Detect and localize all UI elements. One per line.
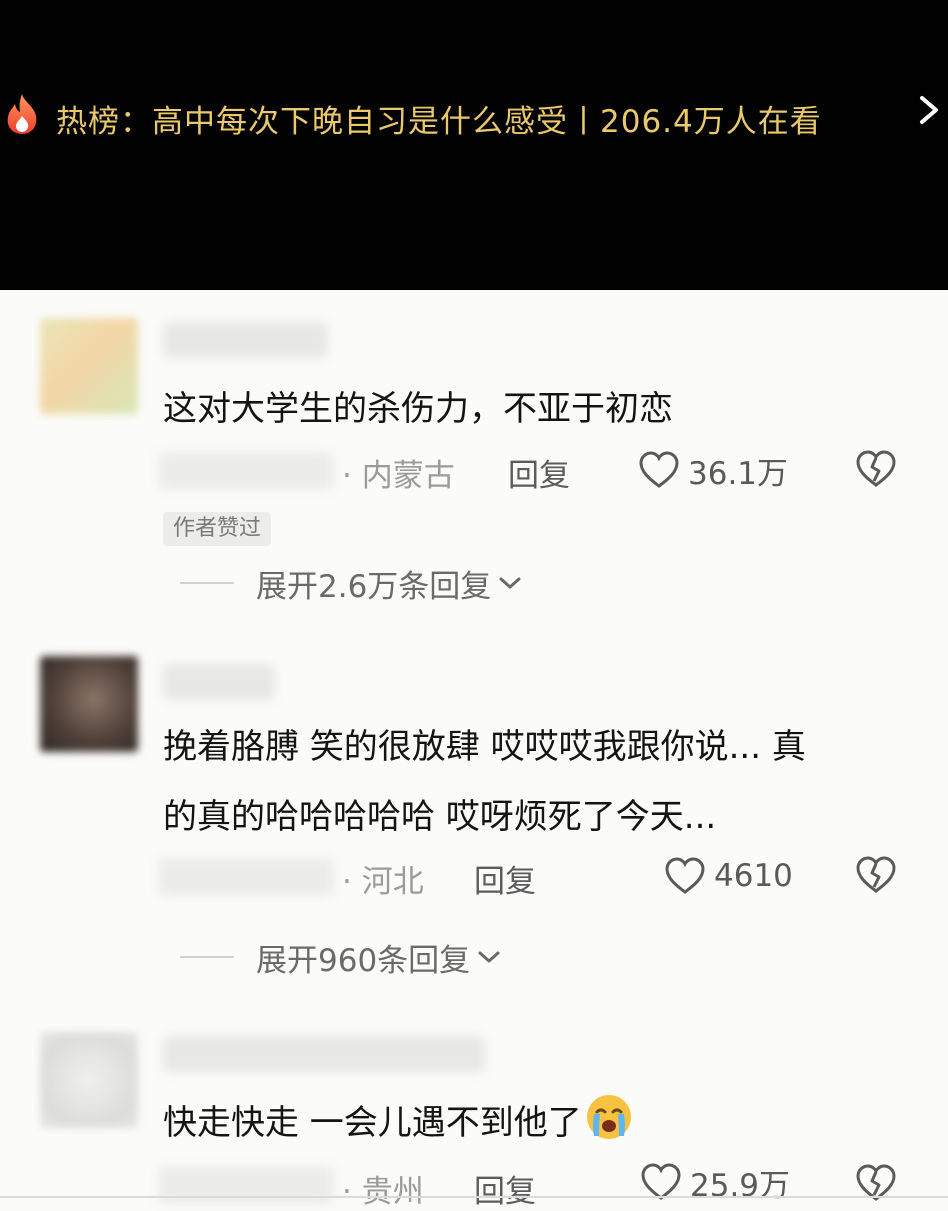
author-liked-badge: 作者赞过 [163, 512, 272, 546]
comment-text: 这对大学生的杀伤力，不亚于初恋 [163, 389, 673, 429]
hot-list-text: 热榜：高中每次下晚自习是什么感受丨206.4万人在看 [56, 104, 822, 140]
reply-button[interactable]: 回复 [474, 856, 536, 901]
time-blurred [158, 858, 334, 896]
time-blurred [158, 452, 334, 490]
username-blurred[interactable] [163, 664, 275, 700]
chevron-down-icon [478, 951, 500, 963]
avatar[interactable] [40, 318, 138, 414]
flame-icon [7, 94, 37, 134]
comment-text: 挽着胳膊 笑的很放肆 哎哎哎我跟你说... 真 [163, 727, 806, 767]
chevron-right-icon[interactable] [914, 90, 944, 130]
reply-button[interactable]: 回复 [508, 450, 570, 495]
like-button[interactable]: 4610 [664, 854, 793, 898]
comment-text-content: 快走快走 一会儿遇不到他了 [163, 1103, 582, 1143]
expand-replies-button[interactable]: 展开960条回复 [180, 937, 502, 979]
comment-location: · 河北 [342, 864, 424, 900]
username-blurred[interactable] [163, 1036, 485, 1072]
heart-icon [639, 451, 679, 488]
hot-list-banner[interactable]: 热榜：高中每次下晚自习是什么感受丨206.4万人在看 [0, 88, 948, 148]
comment-location: · 内蒙古 [342, 458, 455, 494]
crying-emoji [586, 1095, 631, 1139]
like-button[interactable]: 36.1万 [638, 448, 788, 492]
video-top-area: 热榜：高中每次下晚自习是什么感受丨206.4万人在看 [0, 0, 948, 290]
like-count: 4610 [714, 858, 793, 894]
bottom-divider [0, 1196, 948, 1198]
expand-replies-label: 展开960条回复 [256, 942, 471, 979]
comment-location: · 贵州 [342, 1174, 424, 1210]
avatar[interactable] [40, 656, 138, 752]
divider [180, 582, 234, 584]
reply-button[interactable]: 回复 [474, 1166, 536, 1211]
broken-heart-icon[interactable] [854, 854, 898, 896]
time-blurred [158, 1166, 334, 1204]
expand-replies-button[interactable]: 展开2.6万条回复 [180, 563, 523, 605]
like-count: 36.1万 [688, 455, 789, 492]
comment-text: 快走快走 一会儿遇不到他了 [163, 1092, 634, 1154]
comment-text: 的真的哈哈哈哈哈 哎呀烦死了今天... [163, 797, 717, 837]
chevron-down-icon [499, 577, 521, 589]
username-blurred[interactable] [163, 322, 328, 358]
avatar[interactable] [40, 1032, 138, 1128]
heart-icon [665, 857, 705, 894]
divider [180, 956, 234, 958]
expand-replies-label: 展开2.6万条回复 [256, 568, 492, 605]
broken-heart-icon[interactable] [854, 448, 898, 490]
